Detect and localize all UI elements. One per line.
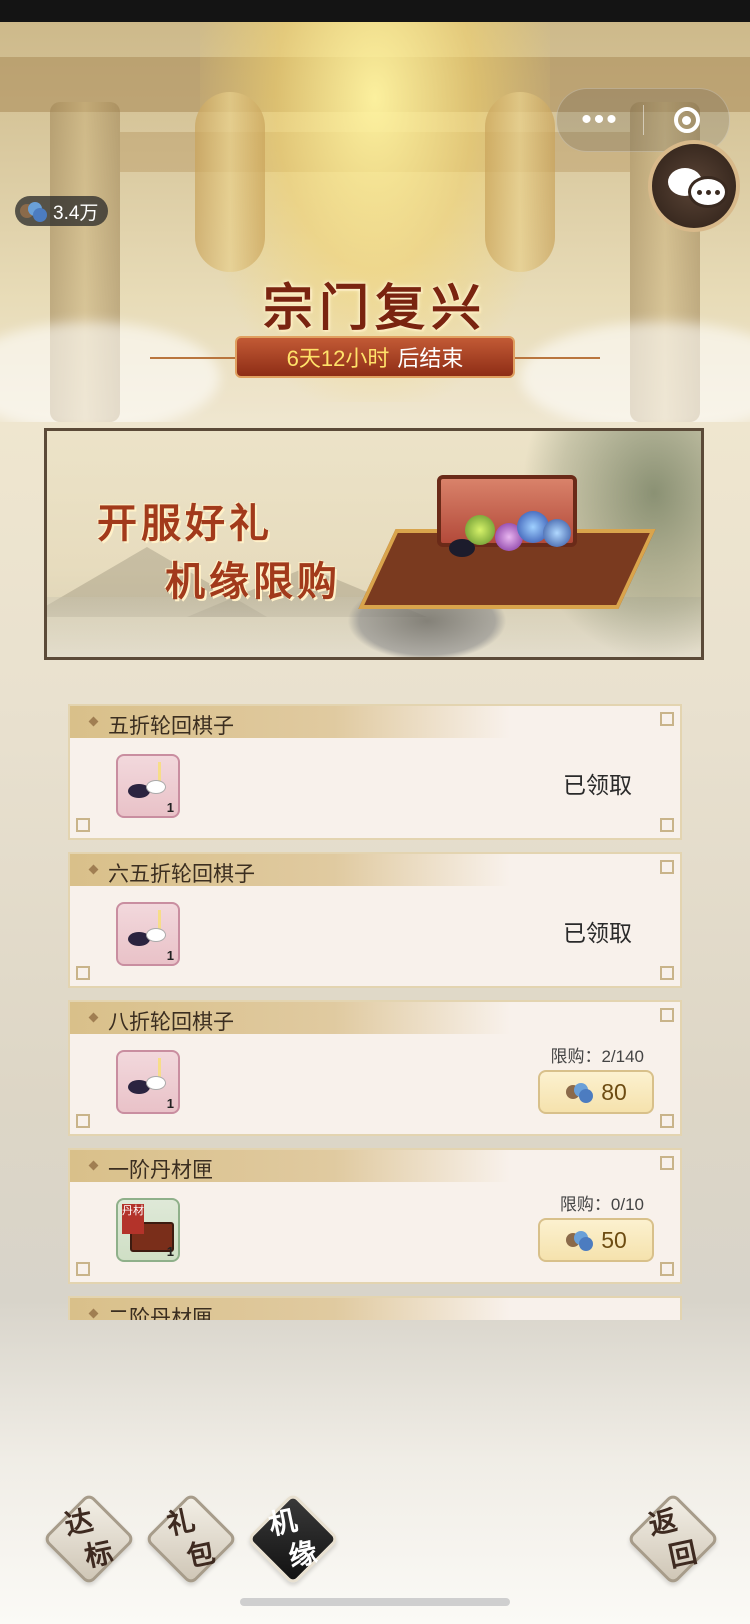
banner-line1: 开服好礼: [97, 500, 273, 547]
item-name: 一阶丹材匣: [108, 1159, 213, 1182]
chat-icon[interactable]: [648, 140, 740, 232]
price-value: 50: [601, 1226, 627, 1253]
status-bar: [0, 0, 750, 22]
go-stone-icon[interactable]: 1: [116, 902, 180, 966]
purchase-limit: 限购：2/140: [550, 1047, 644, 1066]
currency-display: 3.4万: [15, 196, 109, 226]
claimed-status: 已领取: [563, 920, 632, 946]
tab-opportunity[interactable]: 机 缘: [246, 1492, 340, 1586]
banner-line2: 机缘限购: [165, 558, 341, 605]
purchase-limit: 限购：0/10: [559, 1195, 644, 1214]
claimed-status: 已领取: [563, 772, 632, 798]
list-item: 六五折轮回棋子 1 已领取: [68, 852, 682, 988]
icon-tag: 丹材: [122, 1204, 144, 1234]
timer-suffix: 后结束: [397, 346, 464, 371]
go-stone-icon[interactable]: 1: [116, 754, 180, 818]
promo-banner: 开服好礼 机缘限购: [44, 428, 704, 660]
item-count: 1: [166, 948, 174, 963]
tab-target[interactable]: 达 标: [42, 1492, 136, 1586]
timer-value: 6天12小时: [286, 346, 390, 371]
item-name: 五折轮回棋子: [108, 715, 234, 738]
event-timer: 6天12小时 后结束: [235, 336, 515, 378]
list-item: 八折轮回棋子 1 限购：2/140 80: [68, 1000, 682, 1136]
price-value: 80: [601, 1078, 627, 1105]
home-indicator: [240, 1598, 510, 1606]
offer-list[interactable]: 五折轮回棋子 1 已领取 六五折轮回棋子 1 已领取 八折轮回棋子 1 限购：2…: [52, 680, 698, 1320]
spirit-stone-icon: [565, 1081, 594, 1103]
item-name: 八折轮回棋子: [108, 1011, 234, 1034]
pill-material-chest-icon[interactable]: 丹材 1: [116, 1198, 180, 1262]
back-button[interactable]: 返 回: [626, 1492, 720, 1586]
spirit-stone-icon: [565, 1229, 594, 1251]
item-count: 1: [166, 800, 174, 815]
buy-button[interactable]: 80: [538, 1070, 654, 1114]
item-count: 1: [166, 1096, 174, 1111]
spirit-stone-icon: [19, 200, 47, 222]
item-count: 1: [166, 1244, 174, 1259]
list-item: 五折轮回棋子 1 已领取: [68, 704, 682, 840]
event-title: 宗门复兴: [263, 278, 487, 337]
list-item: 一阶丹材匣 丹材 1 限购：0/10 50: [68, 1148, 682, 1284]
item-name: 二阶丹材匣: [108, 1307, 213, 1320]
currency-amount: 3.4万: [53, 202, 99, 224]
more-dots-icon[interactable]: •••: [557, 89, 643, 151]
tab-gift-pack[interactable]: 礼 包: [144, 1492, 238, 1586]
buy-button[interactable]: 50: [538, 1218, 654, 1262]
item-name: 六五折轮回棋子: [108, 863, 255, 886]
go-stone-icon[interactable]: 1: [116, 1050, 180, 1114]
list-item: 二阶丹材匣: [68, 1296, 682, 1320]
target-icon[interactable]: [644, 107, 729, 133]
